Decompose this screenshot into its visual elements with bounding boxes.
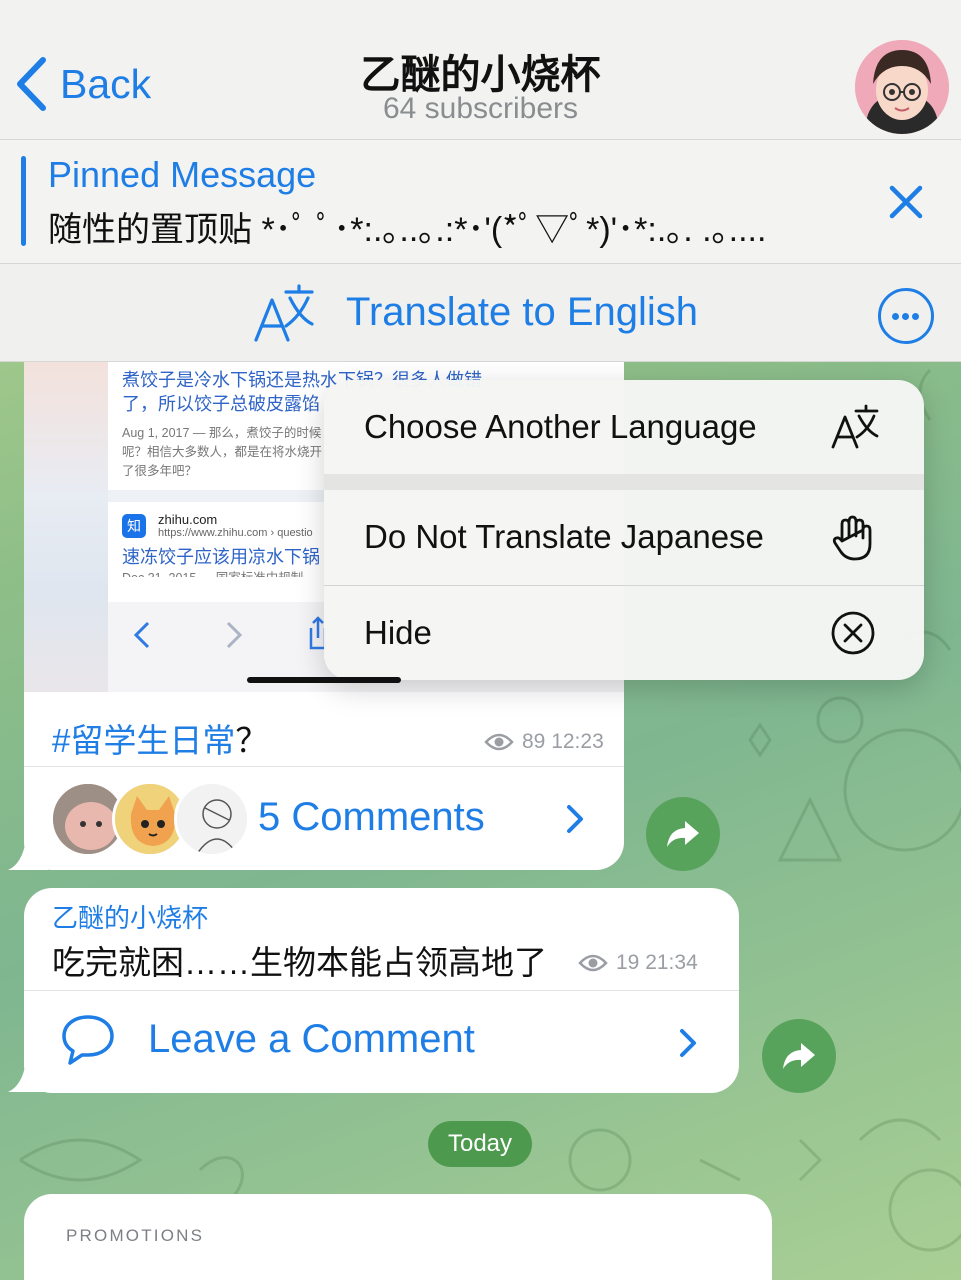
eye-icon	[484, 733, 514, 751]
more-dot	[912, 313, 919, 320]
translate-bar: Translate to English	[0, 264, 961, 362]
forward-arrow-icon	[667, 821, 699, 847]
translate-options-menu: Choose Another Language Do Not Translate…	[324, 380, 924, 680]
pinned-text: 随性的置顶贴 *･ﾟ ﾟ･*:.｡..｡.:*･'(*ﾟ▽ﾟ*)'･*:.｡. …	[48, 211, 767, 249]
menu-item-label: Choose Another Language	[364, 408, 757, 445]
hashtag-suffix: ？	[235, 722, 269, 759]
translate-icon	[254, 284, 314, 342]
browser-forward-icon	[226, 621, 243, 649]
message-time: 12:23	[551, 730, 604, 753]
share-button[interactable]	[762, 1019, 836, 1093]
hand-icon	[832, 515, 872, 561]
chevron-right-icon	[680, 1029, 696, 1057]
message-author[interactable]: 乙醚的小烧杯	[52, 898, 208, 935]
chevron-right-icon	[567, 805, 583, 833]
share-button[interactable]	[646, 797, 720, 871]
result-url: https://www.zhihu.com › questio	[158, 527, 313, 539]
menu-item-label: Hide	[364, 614, 432, 651]
pinned-message-bar[interactable]: Pinned Message 随性的置顶贴 *･ﾟ ﾟ･*:.｡..｡.:*･'…	[0, 140, 961, 264]
message-time: 21:34	[645, 951, 698, 974]
avatar-image	[855, 40, 949, 134]
more-options-button[interactable]	[878, 288, 934, 344]
promotions-card[interactable]: PROMOTIONS	[24, 1194, 772, 1280]
leave-comment-button[interactable]: Leave a Comment	[24, 991, 739, 1093]
date-badge: Today	[428, 1121, 532, 1167]
message-text: 吃完就困……生物本能占领高地了	[52, 944, 547, 981]
eye-icon	[578, 954, 608, 972]
menu-item-do-not-translate[interactable]: Do Not Translate Japanese	[324, 490, 924, 585]
menu-item-choose-language[interactable]: Choose Another Language	[324, 380, 924, 474]
screenshot-sidebar	[24, 362, 108, 692]
browser-back-icon	[133, 621, 150, 649]
pinned-title: Pinned Message	[48, 154, 317, 195]
subscriber-count: 64 subscribers	[382, 92, 579, 125]
home-indicator	[247, 677, 401, 683]
more-dot	[902, 313, 909, 320]
navigation-header: Back 乙醚的小烧杯 64 subscribers	[0, 0, 961, 140]
message-bubble[interactable]: 乙醚的小烧杯 吃完就困……生物本能占领高地了 19 21:34 Leave a …	[24, 888, 739, 1093]
close-icon[interactable]	[888, 184, 924, 220]
promotions-label: PROMOTIONS	[66, 1226, 205, 1245]
forward-arrow-icon	[783, 1043, 815, 1069]
message-meta: 19 21:34	[578, 951, 698, 975]
view-count: 89	[522, 730, 546, 753]
zhihu-icon: 知	[122, 513, 146, 538]
more-dot	[892, 313, 899, 320]
channel-avatar[interactable]	[855, 40, 949, 134]
translate-button[interactable]: Translate to English	[346, 290, 698, 335]
message-meta: 89 12:23	[484, 730, 604, 754]
menu-item-hide[interactable]: Hide	[324, 586, 924, 680]
commenter-avatar	[174, 781, 250, 857]
comment-bubble-icon	[62, 1015, 114, 1065]
leave-comment-label: Leave a Comment	[148, 1017, 475, 1061]
menu-item-label: Do Not Translate Japanese	[364, 518, 764, 555]
close-circle-icon	[831, 611, 875, 655]
pinned-indicator	[21, 156, 26, 246]
commenter-avatar-image	[177, 784, 247, 854]
hashtag-link[interactable]: #留学生日常	[52, 722, 235, 759]
comments-label: 5 Comments	[258, 795, 485, 839]
menu-separator	[324, 474, 924, 490]
hashtag-line: #留学生日常？	[52, 714, 268, 762]
translate-icon	[831, 404, 879, 449]
result-site: zhihu.com	[158, 512, 218, 527]
comments-button[interactable]: 5 Comments	[24, 767, 624, 870]
view-count: 19	[616, 951, 640, 974]
